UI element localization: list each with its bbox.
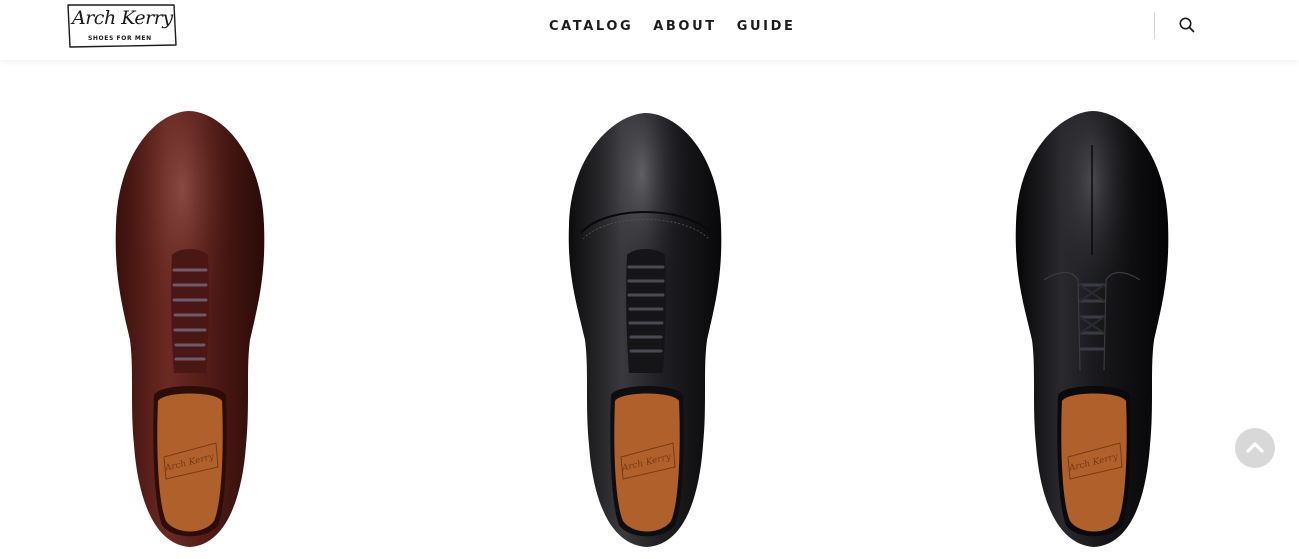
shoe-image: Arch Kerry bbox=[568, 113, 722, 547]
main-nav: CATALOG ABOUT GUIDE bbox=[549, 19, 795, 34]
product-card-burgundy-plain-toe-oxford[interactable]: Arch Kerry bbox=[100, 105, 280, 550]
nav-catalog[interactable]: CATALOG bbox=[549, 19, 633, 34]
logo-script: Arch Kerry bbox=[72, 7, 173, 29]
shoe-image: Arch Kerry bbox=[1015, 111, 1169, 547]
scroll-to-top-button[interactable] bbox=[1235, 428, 1275, 468]
product-card-black-cap-toe-oxford[interactable]: Arch Kerry bbox=[555, 105, 735, 550]
nav-guide[interactable]: GUIDE bbox=[737, 19, 796, 34]
nav-about[interactable]: ABOUT bbox=[653, 19, 716, 34]
chevron-up-icon bbox=[1246, 442, 1264, 453]
search-icon[interactable] bbox=[1178, 16, 1196, 34]
logo[interactable]: Arch Kerry SHOES FOR MEN bbox=[64, 3, 178, 48]
product-card-black-split-toe-derby[interactable]: Arch Kerry bbox=[1000, 105, 1180, 550]
logo-tagline: SHOES FOR MEN bbox=[88, 35, 152, 42]
shoe-image: Arch Kerry bbox=[115, 111, 265, 547]
product-grid: Arch Kerry Arch Kerry Arch Kerry bbox=[0, 60, 1299, 559]
site-header: Arch Kerry SHOES FOR MEN CATALOG ABOUT G… bbox=[0, 0, 1299, 60]
header-divider bbox=[1154, 12, 1155, 39]
